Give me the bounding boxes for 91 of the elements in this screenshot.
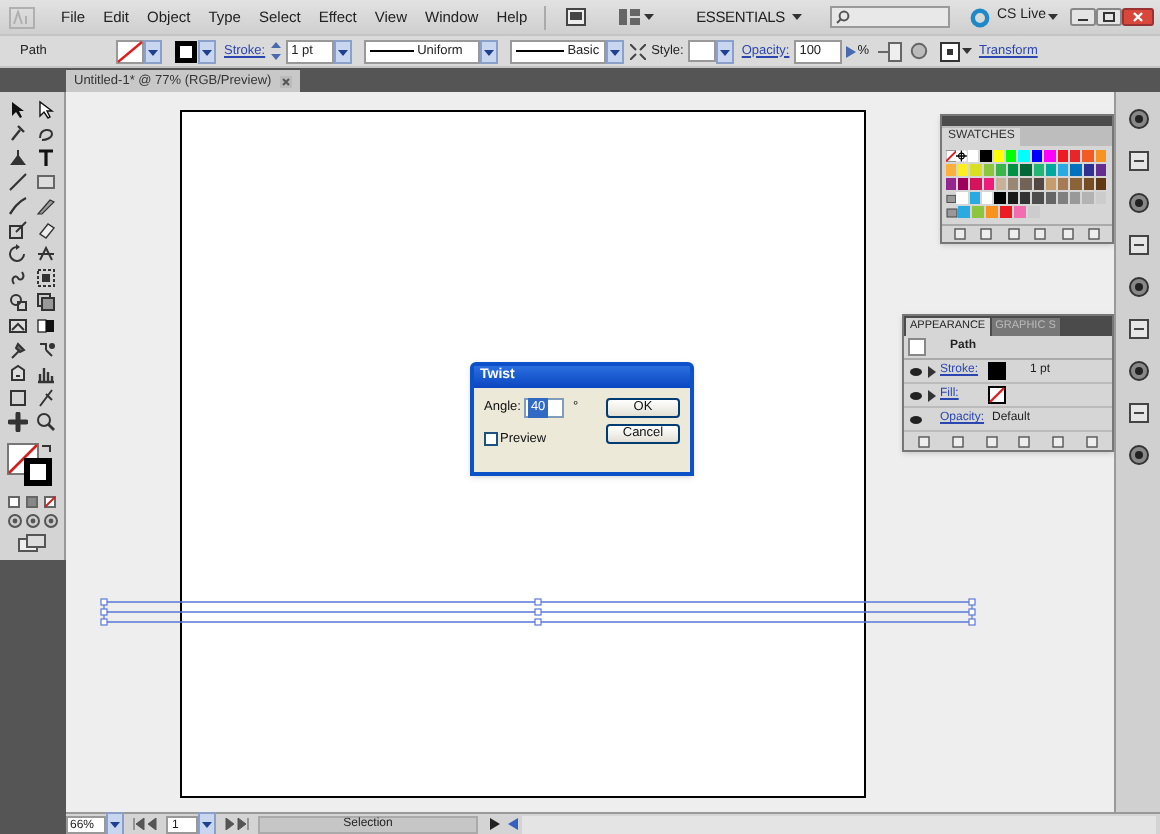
search-field[interactable] bbox=[830, 6, 951, 28]
preview-checkbox[interactable] bbox=[484, 432, 498, 447]
color-swatch[interactable] bbox=[1058, 178, 1071, 192]
color-swatch[interactable] bbox=[1014, 206, 1028, 220]
fill-stroke-swatches-icon[interactable] bbox=[6, 442, 58, 490]
caret-icon[interactable] bbox=[960, 44, 975, 58]
eye-icon[interactable] bbox=[910, 391, 922, 399]
color-mode-icon[interactable] bbox=[8, 496, 20, 508]
horizontal-scrollbar[interactable] bbox=[522, 815, 1156, 833]
caret-icon[interactable] bbox=[642, 10, 657, 24]
color-swatch[interactable] bbox=[1018, 150, 1032, 164]
tool-icon[interactable] bbox=[36, 412, 56, 432]
dropdown-button[interactable] bbox=[198, 812, 216, 834]
first-previous-icon[interactable] bbox=[132, 818, 160, 830]
expand-icon[interactable] bbox=[629, 43, 646, 59]
menu-arrow-icon[interactable] bbox=[490, 818, 500, 830]
dropdown-button[interactable] bbox=[144, 39, 162, 63]
color-swatch[interactable] bbox=[1008, 178, 1021, 192]
color-swatch[interactable] bbox=[1020, 178, 1034, 192]
tool-icon[interactable] bbox=[36, 340, 56, 360]
tool-icon[interactable] bbox=[8, 124, 28, 144]
color-swatch[interactable] bbox=[946, 164, 959, 178]
color-swatch[interactable] bbox=[967, 150, 981, 164]
color-swatch[interactable] bbox=[956, 192, 970, 206]
dropdown-button[interactable] bbox=[333, 39, 352, 63]
color-swatch[interactable] bbox=[958, 164, 971, 178]
registration-swatch[interactable] bbox=[956, 150, 968, 162]
color-swatch[interactable] bbox=[1070, 164, 1084, 178]
tool-icon[interactable] bbox=[8, 220, 28, 240]
tool-icon[interactable] bbox=[36, 388, 56, 408]
tool-icon[interactable] bbox=[8, 316, 28, 336]
thumbnail bbox=[908, 338, 926, 356]
caret-icon[interactable] bbox=[1046, 10, 1060, 24]
caret-icon[interactable] bbox=[790, 10, 805, 24]
restore-icon[interactable] bbox=[1096, 8, 1122, 26]
color-swatch[interactable] bbox=[980, 150, 994, 164]
color-swatch[interactable] bbox=[986, 206, 1000, 220]
tool-icon[interactable] bbox=[8, 412, 28, 432]
fill-none-swatch-icon[interactable] bbox=[116, 39, 144, 63]
style-swatch[interactable] bbox=[687, 40, 716, 62]
color-swatch[interactable] bbox=[994, 192, 1008, 206]
fill-none-swatch-icon[interactable] bbox=[988, 386, 1006, 404]
tool-icon[interactable] bbox=[8, 364, 28, 384]
color-swatch[interactable] bbox=[1082, 192, 1096, 206]
color-swatch[interactable] bbox=[1032, 192, 1045, 206]
minimize-icon[interactable] bbox=[1070, 8, 1096, 26]
next-last-icon[interactable] bbox=[222, 818, 250, 830]
cs-live-icon bbox=[970, 7, 991, 27]
close-icon[interactable] bbox=[279, 75, 292, 87]
stroke-swatch-icon[interactable] bbox=[174, 39, 198, 63]
tool-icon[interactable] bbox=[8, 148, 28, 168]
dropdown-button[interactable] bbox=[715, 39, 734, 63]
search-icon bbox=[836, 10, 851, 24]
close-icon[interactable] bbox=[1122, 8, 1154, 26]
dropdown-button[interactable] bbox=[479, 39, 498, 63]
tool-icon[interactable] bbox=[36, 148, 56, 168]
color-swatch[interactable] bbox=[970, 164, 984, 178]
color-swatch[interactable] bbox=[972, 206, 986, 220]
tool-icon[interactable] bbox=[8, 388, 28, 408]
dropdown-button[interactable] bbox=[605, 39, 624, 63]
reference-point-icon[interactable] bbox=[940, 41, 961, 61]
color-swatch[interactable] bbox=[1000, 206, 1014, 220]
color-swatch[interactable] bbox=[1044, 150, 1058, 164]
color-swatch[interactable] bbox=[1028, 206, 1042, 220]
scroll-left-icon[interactable] bbox=[508, 818, 518, 830]
tool-icon[interactable] bbox=[8, 292, 28, 312]
color-swatch[interactable] bbox=[946, 178, 959, 192]
color-swatch[interactable] bbox=[1020, 164, 1034, 178]
dropdown-button[interactable] bbox=[198, 39, 216, 63]
app-logo-icon bbox=[8, 5, 36, 29]
arrange-documents-icon[interactable] bbox=[618, 8, 643, 26]
eye-icon[interactable] bbox=[910, 415, 922, 423]
tool-icon[interactable] bbox=[36, 316, 56, 336]
color-swatch[interactable] bbox=[1070, 192, 1083, 206]
stroke-swatch-icon[interactable] bbox=[988, 362, 1006, 380]
color-swatch[interactable] bbox=[1082, 150, 1096, 164]
color-swatch[interactable] bbox=[958, 206, 972, 220]
selected-path-drawing[interactable] bbox=[100, 598, 976, 626]
slider-arrow-icon[interactable] bbox=[845, 45, 856, 57]
color-swatch[interactable] bbox=[1058, 164, 1071, 178]
color-swatch[interactable] bbox=[970, 178, 984, 192]
tool-icon[interactable] bbox=[36, 244, 56, 264]
eye-icon[interactable] bbox=[910, 367, 922, 375]
none-mode-icon[interactable] bbox=[44, 496, 56, 508]
tool-icon[interactable] bbox=[8, 340, 28, 360]
color-swatch[interactable] bbox=[1008, 164, 1021, 178]
tool-icon[interactable] bbox=[36, 364, 56, 384]
color-swatch[interactable] bbox=[958, 178, 971, 192]
color-swatch[interactable] bbox=[1070, 178, 1084, 192]
dropdown-button[interactable] bbox=[106, 812, 124, 834]
screen-mode-icon[interactable] bbox=[18, 534, 46, 552]
